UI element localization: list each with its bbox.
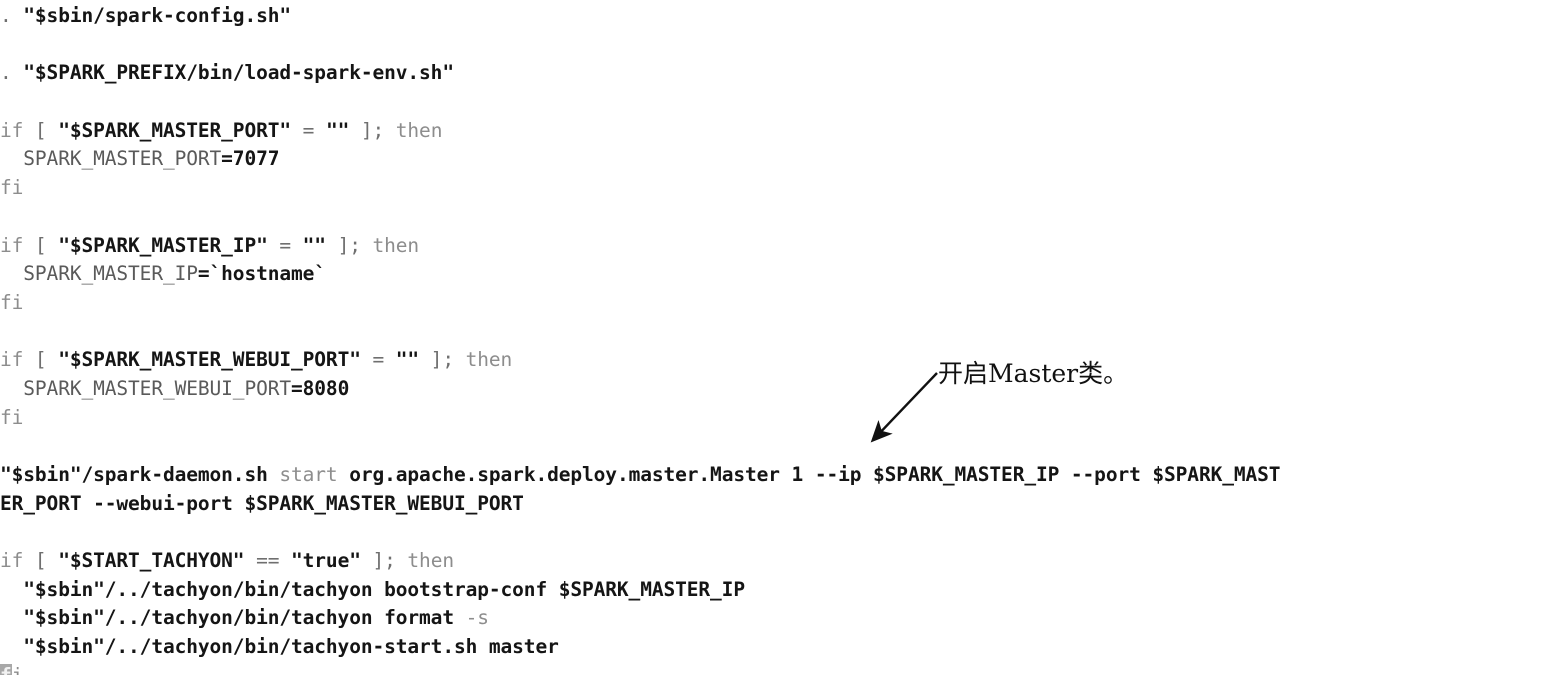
code-line[interactable] [0,518,1554,547]
code-token: if [0,118,24,142]
code-line[interactable]: ER_PORT --webui-port $SPARK_MASTER_WEBUI… [0,490,1554,519]
code-token: "$sbin"/spark-daemon.sh [0,463,280,486]
code-line[interactable]: "$sbin"/spark-daemon.sh start org.apache… [0,461,1554,490]
code-token: "" [325,118,350,142]
code-token: SPARK_MASTER_WEBUI_PORT [23,376,292,400]
code-line[interactable] [0,318,1554,347]
code-token: "$sbin"/../tachyon/bin/tachyon-start.sh … [23,635,559,659]
code-token: = [360,348,396,372]
code-token: "" [302,233,326,257]
code-token: SPARK_MASTER_IP [23,262,198,286]
code-listing-page: . "$sbin/spark-config.sh" . "$SPARK_PREF… [0,0,1554,675]
code-line[interactable]: fi [0,662,1554,675]
code-token: then [372,233,420,257]
code-token: ]; [325,233,373,257]
code-token: if [0,233,24,257]
code-token: ]; [360,549,408,573]
code-token: ER_PORT --webui-port $SPARK_MASTER_WEBUI… [0,491,524,515]
code-token: "$SPARK_MASTER_WEBUI_PORT" [58,348,361,372]
code-token: . [0,61,24,85]
code-token: then [407,549,454,573]
code-token: fi [0,176,24,200]
code-token: [ [23,233,59,257]
code-line[interactable] [0,432,1554,461]
code-line[interactable]: fi [0,174,1554,203]
code-token: -s [465,606,489,630]
code-token: = [291,118,326,142]
code-line[interactable]: SPARK_MASTER_WEBUI_PORT=8080 [0,375,1554,404]
code-line[interactable]: "$sbin"/../tachyon/bin/tachyon format -s [0,604,1554,633]
code-token: i [12,664,24,675]
code-token: == [244,549,292,573]
code-token: "" [395,348,420,372]
code-line[interactable]: if [ "$SPARK_MASTER_IP" = "" ]; then [0,232,1554,261]
code-token: [ [23,549,59,573]
code-token: "$SPARK_PREFIX/bin/load-spark-env.sh" [23,61,454,85]
code-token: org.apache.spark.deploy.master.Master 1 … [337,463,1281,486]
code-line[interactable] [0,31,1554,60]
code-token: "$sbin/spark-config.sh" [23,4,292,27]
code-line[interactable]: SPARK_MASTER_IP=`hostname` [0,260,1554,289]
code-token: "$START_TACHYON" [58,549,245,573]
code-token: if [0,549,24,573]
code-token: "$sbin"/../tachyon/bin/tachyon bootstrap… [23,577,745,601]
code-line[interactable]: fi [0,404,1554,433]
code-token: if [0,348,24,372]
code-token: ]; [349,118,396,142]
code-line[interactable]: if [ "$SPARK_MASTER_WEBUI_PORT" = "" ]; … [0,346,1554,375]
code-token: =`hostname` [197,262,326,286]
code-line[interactable]: "$sbin"/../tachyon/bin/tachyon-start.sh … [0,633,1554,662]
code-line[interactable] [0,203,1554,232]
code-line[interactable]: fi [0,289,1554,318]
code-token: = [267,233,303,257]
code-token: then [465,348,513,372]
code-line[interactable]: if [ "$START_TACHYON" == "true" ]; then [0,547,1554,576]
code-token: "$SPARK_MASTER_IP" [58,233,268,257]
code-token: fi [0,405,24,429]
code-line[interactable]: SPARK_MASTER_PORT=7077 [0,145,1554,174]
code-token: "true" [291,549,361,573]
code-line[interactable]: "$sbin"/../tachyon/bin/tachyon bootstrap… [0,576,1554,605]
code-token: =8080 [291,376,350,400]
script-code-block[interactable]: . "$sbin/spark-config.sh" . "$SPARK_PREF… [0,0,1554,675]
code-line[interactable]: . "$SPARK_PREFIX/bin/load-spark-env.sh" [0,59,1554,88]
code-token: SPARK_MASTER_PORT [23,147,222,171]
code-token: then [395,118,443,142]
code-token: "$sbin"/../tachyon/bin/tachyon format [23,606,466,630]
code-line[interactable]: . "$sbin/spark-config.sh" [0,2,1554,31]
code-token: =7077 [221,147,280,171]
code-line[interactable]: if [ "$SPARK_MASTER_PORT" = "" ]; then [0,117,1554,146]
code-token: [ [23,118,59,142]
code-token: "$SPARK_MASTER_PORT" [58,118,292,142]
code-token: ]; [419,348,466,372]
text-cursor: f [0,663,12,675]
code-token: . [0,4,24,27]
code-line[interactable] [0,88,1554,117]
code-token: [ [23,348,59,372]
code-token: fi [0,290,24,314]
code-token: start [279,463,338,486]
